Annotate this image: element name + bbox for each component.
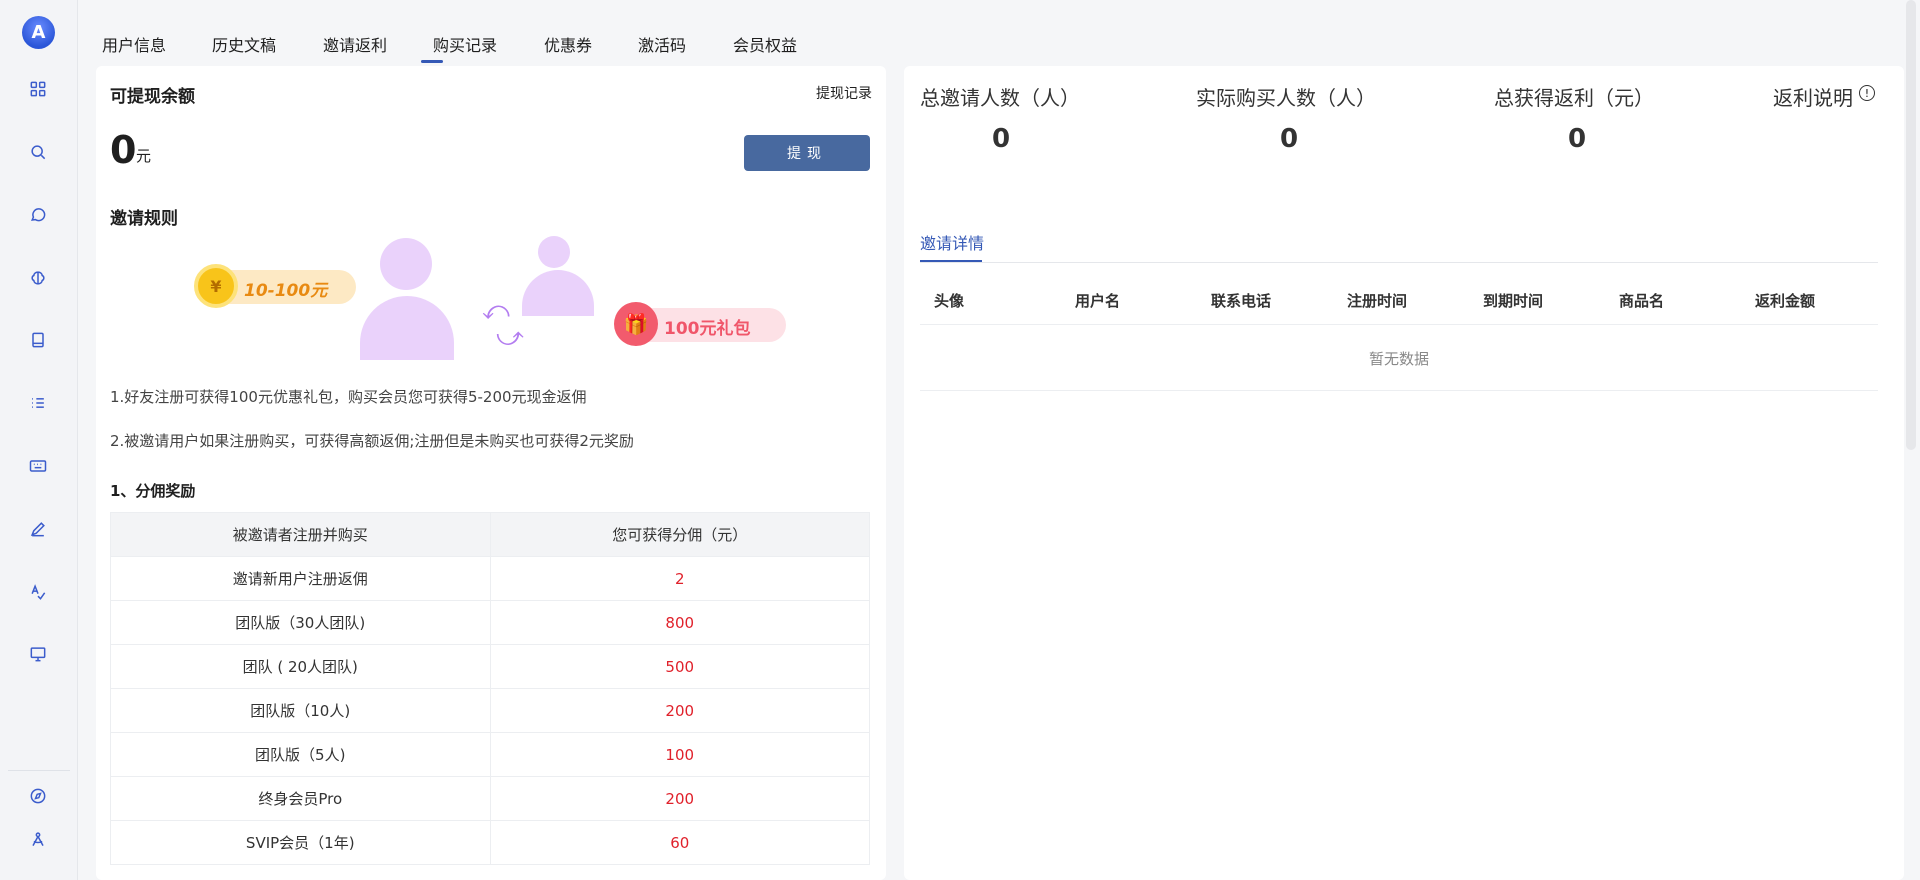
commission-value: 100 bbox=[489, 732, 870, 777]
rebate-info-link[interactable]: 返利说明 bbox=[1773, 82, 1853, 111]
commission-value: 500 bbox=[489, 644, 870, 689]
keyboard-icon[interactable] bbox=[25, 453, 51, 479]
active-tab-indicator bbox=[421, 60, 443, 63]
presentation-icon[interactable] bbox=[25, 641, 51, 667]
balance-title: 可提现余额 bbox=[110, 87, 195, 107]
book-icon[interactable] bbox=[25, 327, 51, 353]
column-product-name: 商品名 bbox=[1619, 292, 1665, 310]
cash-badge-label: 10-100元 bbox=[244, 281, 328, 301]
person-head-icon bbox=[380, 238, 432, 290]
column-register-time: 注册时间 bbox=[1347, 292, 1408, 310]
column-rebate-amount: 返利金额 bbox=[1755, 292, 1816, 310]
total-invited-label: 总邀请人数（人） bbox=[920, 86, 1080, 110]
commission-value: 200 bbox=[489, 776, 870, 821]
tab-member-benefits[interactable]: 会员权益 bbox=[733, 32, 797, 56]
table-row: 团队 ( 20人团队) 500 bbox=[110, 644, 870, 689]
tab-invite-details[interactable]: 邀请详情 bbox=[920, 230, 984, 254]
tab-history-docs[interactable]: 历史文稿 bbox=[212, 32, 276, 56]
person-body-icon bbox=[360, 296, 454, 360]
spellcheck-icon[interactable] bbox=[25, 579, 51, 605]
person-small-head-icon bbox=[538, 236, 570, 268]
balance-amount: 0 bbox=[110, 128, 137, 172]
detail-tab-divider bbox=[920, 262, 1878, 263]
scrollbar-thumb[interactable] bbox=[1906, 0, 1916, 450]
top-tabs: 用户信息 历史文稿 邀请返利 购买记录 优惠券 激活码 会员权益 bbox=[78, 0, 1920, 63]
commission-item: 团队 ( 20人团队) bbox=[110, 644, 491, 689]
empty-state-divider bbox=[920, 390, 1878, 391]
rules-title: 邀请规则 bbox=[110, 209, 178, 229]
commission-header-item: 被邀请者注册并购买 bbox=[110, 512, 491, 557]
page-scrollbar[interactable] bbox=[1906, 0, 1916, 880]
info-icon[interactable]: ! bbox=[1859, 85, 1875, 101]
table-row: 团队版（10人) 200 bbox=[110, 688, 870, 733]
column-username: 用户名 bbox=[1075, 292, 1121, 310]
commission-value: 60 bbox=[489, 820, 870, 865]
commission-item: 团队版（5人) bbox=[110, 732, 491, 777]
rule-line-2: 2.被邀请用户如果注册购买，可获得高额返佣;注册但是未购买也可获得2元奖励 bbox=[110, 432, 634, 450]
commission-item: SVIP会员（1年) bbox=[110, 820, 491, 865]
balance-unit: 元 bbox=[136, 147, 152, 165]
commission-value: 800 bbox=[489, 600, 870, 645]
table-row: SVIP会员（1年) 60 bbox=[110, 820, 870, 865]
balance-panel: 可提现余额 提现记录 0 元 提现 邀请规则 ¥ 10-100元 ⤺ ⤻ 🎁 1… bbox=[96, 66, 886, 880]
commission-item: 邀请新用户注册返佣 bbox=[110, 556, 491, 601]
commission-header-value: 您可获得分佣（元） bbox=[489, 512, 870, 557]
commission-item: 终身会员Pro bbox=[110, 776, 491, 821]
total-invited-value: 0 bbox=[992, 124, 1011, 154]
table-row: 团队版（5人) 100 bbox=[110, 732, 870, 777]
total-rebate-label: 总获得返利（元） bbox=[1494, 86, 1654, 110]
table-header-divider bbox=[920, 324, 1878, 325]
table-row: 团队版（30人团队) 800 bbox=[110, 600, 870, 645]
total-rebate-value: 0 bbox=[1568, 124, 1587, 154]
app-logo[interactable]: A bbox=[22, 16, 55, 49]
compass-icon[interactable] bbox=[25, 783, 51, 809]
pen-icon[interactable] bbox=[25, 516, 51, 542]
chat-icon[interactable] bbox=[25, 202, 51, 228]
rule-line-1: 1.好友注册可获得100元优惠礼包，购买会员您可获得5-200元现金返佣 bbox=[110, 388, 587, 406]
column-expire-time: 到期时间 bbox=[1483, 292, 1544, 310]
list-icon[interactable] bbox=[25, 390, 51, 416]
tab-invite-rebate[interactable]: 邀请返利 bbox=[323, 32, 387, 56]
commission-item: 团队版（10人) bbox=[110, 688, 491, 733]
commission-item: 团队版（30人团队) bbox=[110, 600, 491, 645]
gift-badge-label: 100元礼包 bbox=[664, 319, 751, 339]
withdraw-record-link[interactable]: 提现记录 bbox=[816, 83, 872, 103]
empty-state-text: 暂无数据 bbox=[1368, 350, 1429, 368]
draw-icon[interactable] bbox=[25, 826, 51, 852]
exchange-arrows-icon-2: ⤻ bbox=[496, 322, 524, 352]
brain-icon[interactable] bbox=[25, 265, 51, 291]
grid-icon[interactable] bbox=[25, 76, 51, 102]
column-phone: 联系电话 bbox=[1211, 292, 1272, 310]
tab-activation-code[interactable]: 激活码 bbox=[638, 32, 686, 56]
stats-panel: 总邀请人数（人） 0 实际购买人数（人） 0 总获得返利（元） 0 返利说明 !… bbox=[904, 66, 1904, 880]
sidebar: A bbox=[0, 0, 78, 880]
actual-buyers-value: 0 bbox=[1280, 124, 1299, 154]
coin-icon: ¥ bbox=[194, 264, 238, 308]
commission-section-title: 1、分佣奖励 bbox=[110, 482, 196, 500]
sidebar-divider bbox=[8, 770, 70, 771]
tab-purchase-records[interactable]: 购买记录 bbox=[433, 32, 497, 56]
table-row: 终身会员Pro 200 bbox=[110, 776, 870, 821]
table-row: 邀请新用户注册返佣 2 bbox=[110, 556, 870, 601]
gift-icon: 🎁 bbox=[614, 302, 658, 346]
commission-value: 2 bbox=[489, 556, 870, 601]
withdraw-button[interactable]: 提现 bbox=[744, 135, 870, 171]
actual-buyers-label: 实际购买人数（人） bbox=[1196, 86, 1376, 110]
tab-user-info[interactable]: 用户信息 bbox=[102, 32, 166, 56]
commission-value: 200 bbox=[489, 688, 870, 733]
search-icon[interactable] bbox=[25, 139, 51, 165]
column-avatar: 头像 bbox=[934, 292, 965, 310]
tab-coupons[interactable]: 优惠券 bbox=[544, 32, 592, 56]
person-small-body-icon bbox=[522, 270, 594, 316]
commission-table: 被邀请者注册并购买 您可获得分佣（元） 邀请新用户注册返佣 2 团队版（30人团… bbox=[110, 512, 870, 865]
